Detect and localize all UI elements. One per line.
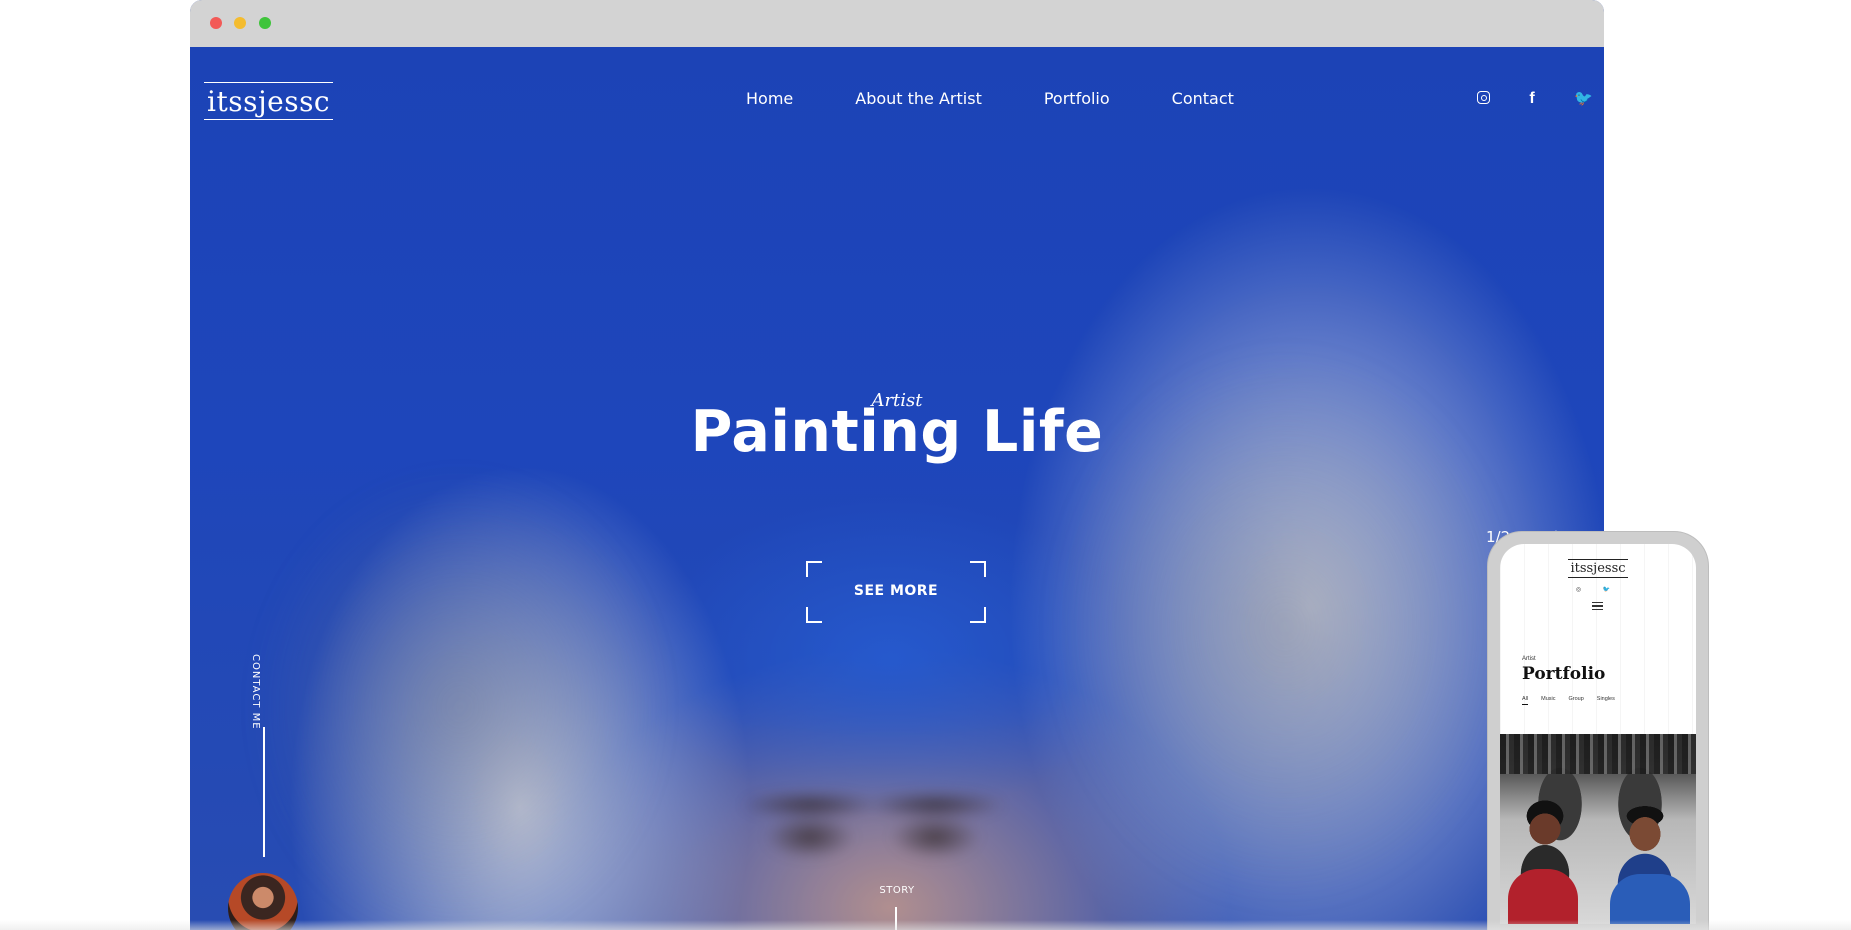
phone-logo: itssjessc <box>1500 559 1696 578</box>
maximize-window-button[interactable] <box>259 17 271 29</box>
phone-tab-singles: Singles <box>1596 696 1615 702</box>
page-bottom-edge <box>0 920 1851 930</box>
nav-portfolio[interactable]: Portfolio <box>1044 89 1110 108</box>
phone-tab-group: Group <box>1568 696 1584 702</box>
nav-contact[interactable]: Contact <box>1172 89 1234 108</box>
see-more-button[interactable]: SEE MORE <box>806 561 986 623</box>
phone-artwork-image <box>1500 734 1696 924</box>
phone-filter-tabs: All Music Group Singles <box>1522 696 1615 705</box>
window-titlebar <box>190 0 1604 47</box>
hero-background-art <box>250 467 670 930</box>
site-logo[interactable]: itssjessc <box>204 82 334 120</box>
phone-logo-text: itssjessc <box>1568 559 1628 578</box>
phone-tab-music: Music <box>1541 696 1556 702</box>
close-window-button[interactable] <box>210 17 222 29</box>
hamburger-menu-icon <box>1592 602 1603 610</box>
artwork-drips <box>1500 734 1696 774</box>
bracket-corner <box>970 561 986 577</box>
social-links: f 🐦 <box>1477 91 1593 107</box>
instagram-icon[interactable] <box>1477 91 1490 104</box>
phone-mockup: itssjessc ◎ 🐦 Artist Portfolio All Music… <box>1488 532 1708 930</box>
hero-title: Painting Life <box>690 399 1104 465</box>
story-label[interactable]: STORY <box>190 885 1604 896</box>
contact-divider-line <box>263 727 265 857</box>
nav-about-the-artist[interactable]: About the Artist <box>855 89 982 108</box>
hero-section: itssjessc Home About the Artist Portfoli… <box>190 47 1604 930</box>
bracket-corner <box>970 607 986 623</box>
phone-screen: itssjessc ◎ 🐦 Artist Portfolio All Music… <box>1500 544 1696 924</box>
see-more-label: SEE MORE <box>853 583 939 599</box>
browser-window: itssjessc Home About the Artist Portfoli… <box>190 0 1604 930</box>
hero-background-art <box>720 787 1020 867</box>
artwork-figure <box>1610 874 1690 924</box>
phone-eyebrow: Artist <box>1522 656 1536 662</box>
nav-home[interactable]: Home <box>746 89 793 108</box>
main-nav: Home About the Artist Portfolio Contact <box>746 89 1296 108</box>
artwork-figure <box>1508 869 1578 924</box>
twitter-icon[interactable]: 🐦 <box>1574 91 1593 107</box>
minimize-window-button[interactable] <box>234 17 246 29</box>
facebook-icon[interactable]: f <box>1524 91 1540 107</box>
contact-me-link[interactable]: CONTACT ME <box>247 654 261 730</box>
bracket-corner <box>806 607 822 623</box>
phone-title: Portfolio <box>1522 664 1606 684</box>
bracket-corner <box>806 561 822 577</box>
phone-social-icons: ◎ 🐦 <box>1575 587 1621 593</box>
phone-tab-all: All <box>1522 696 1529 705</box>
